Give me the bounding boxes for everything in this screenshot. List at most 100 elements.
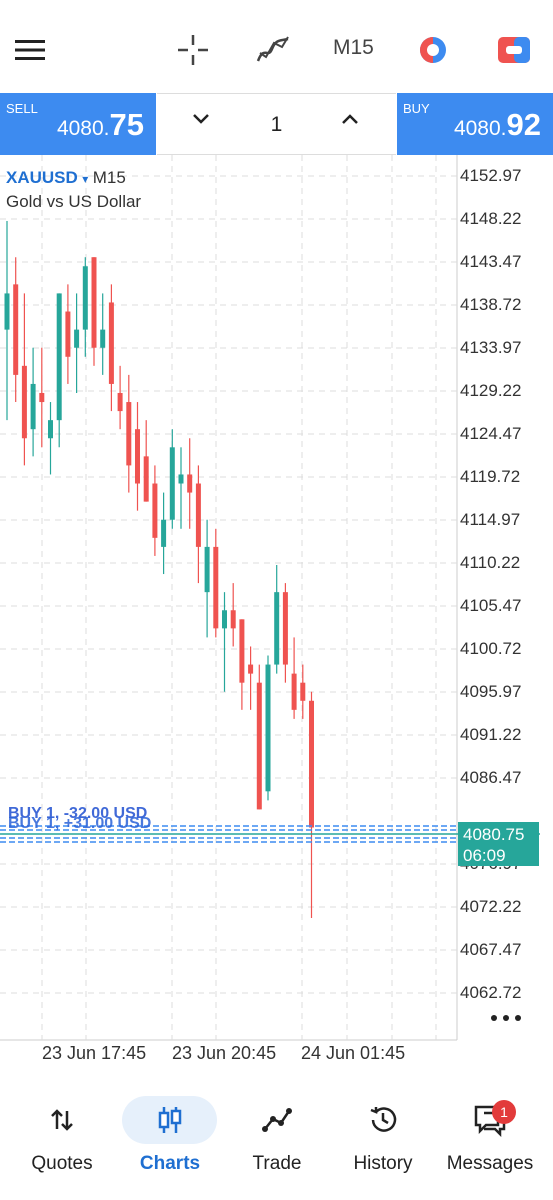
buy-button[interactable]: BUY 4080.92 (397, 93, 553, 155)
candle-body (187, 474, 193, 493)
price-tick-label: 4143.47 (460, 252, 522, 271)
indicators-icon[interactable] (249, 26, 297, 74)
candle (213, 528, 219, 638)
candle (195, 465, 201, 584)
nav-label: History (353, 1153, 413, 1174)
candle (178, 447, 184, 529)
crosshair-icon[interactable] (169, 26, 217, 74)
candle-body (169, 447, 175, 520)
candle-body (152, 483, 158, 538)
candle (143, 420, 149, 502)
candle (108, 284, 114, 412)
candle-body (82, 266, 88, 330)
nav-charts[interactable]: Charts (115, 1085, 225, 1185)
price-tick-label: 4114.97 (460, 510, 521, 529)
nav-label: Quotes (31, 1153, 93, 1174)
candle (74, 293, 80, 393)
candle-body (195, 483, 201, 547)
volume-increase-icon[interactable] (341, 112, 359, 131)
nav-messages[interactable]: Messages (435, 1085, 545, 1185)
one-click-trading-icon[interactable] (490, 26, 538, 74)
price-tick-label: 4124.47 (460, 424, 522, 443)
candle-body (291, 673, 297, 710)
candle (291, 637, 297, 719)
sell-button[interactable]: SELL 4080.75 (0, 93, 156, 155)
candle (152, 465, 158, 556)
candle (256, 664, 262, 810)
chart-timeframe: M15 (92, 168, 126, 187)
price-tick-label: 4129.22 (460, 381, 522, 400)
price-tick-label: 4072.22 (460, 897, 522, 916)
candle (13, 257, 19, 403)
candle (135, 402, 140, 511)
price-tick-label: 4152.97 (460, 166, 522, 185)
nav-quotes[interactable]: Quotes (7, 1085, 117, 1185)
candle-body (4, 293, 10, 330)
candle-body (222, 610, 227, 629)
candle-body (274, 592, 280, 665)
price-tick-label: 4138.72 (460, 295, 522, 314)
price-tick-label: 4086.47 (460, 768, 522, 787)
candle-body (126, 402, 132, 466)
candle-body (300, 682, 306, 701)
symbol-dropdown-icon[interactable]: ▾ (82, 172, 88, 186)
candle-body (230, 610, 236, 629)
candle (161, 492, 167, 575)
candle (30, 347, 36, 457)
candle (117, 365, 123, 430)
candle (309, 691, 314, 919)
price-tick-label: 4100.72 (460, 639, 522, 658)
candle-body (56, 293, 62, 421)
bottom-navigation: Quotes Charts Trade History Messages (0, 1085, 553, 1200)
candle-body (100, 329, 106, 348)
candle (169, 429, 175, 529)
objects-icon[interactable] (409, 26, 457, 74)
candle (39, 347, 45, 448)
messages-icon (435, 1100, 545, 1140)
candle-body (143, 456, 149, 502)
more-dots-icon[interactable] (490, 1010, 522, 1028)
price-tick-label: 4148.22 (460, 209, 522, 228)
candle (21, 293, 27, 466)
time-tick-label: 24 Jun 01:45 (301, 1043, 406, 1063)
candle-body (135, 429, 140, 484)
candle-body (91, 257, 97, 348)
candle (248, 646, 254, 710)
candle (100, 293, 106, 375)
candle-body (30, 383, 36, 430)
candle (91, 257, 97, 366)
history-icon (328, 1100, 438, 1140)
candle-body (117, 392, 123, 412)
price-tick-label: 4062.72 (460, 983, 522, 1002)
candle (48, 402, 53, 475)
candle-body (39, 392, 45, 403)
volume-value[interactable]: 1 (157, 113, 396, 137)
position-label[interactable]: BUY 1, +31.00 USD (8, 815, 151, 833)
nav-label: Trade (252, 1153, 302, 1174)
bar-countdown: 06:09 (463, 846, 506, 865)
trade-bar: SELL 4080.75 1 BUY 4080.92 (0, 93, 553, 155)
candle (56, 293, 62, 448)
nav-history[interactable]: History (328, 1085, 438, 1185)
hamburger-menu-icon[interactable] (6, 26, 54, 74)
buy-label: BUY (403, 101, 430, 116)
messages-badge: 1 (492, 1100, 516, 1124)
candle-body (265, 664, 271, 792)
candle-body (213, 546, 219, 629)
candle (65, 284, 71, 384)
nav-trade[interactable]: Trade (222, 1085, 332, 1185)
candle-body (309, 700, 314, 828)
timeframe-button[interactable]: M15 (333, 36, 374, 60)
candle (274, 564, 280, 674)
price-tick-label: 4095.97 (460, 682, 522, 701)
price-tick-label: 4091.22 (460, 725, 522, 744)
trade-icon (222, 1100, 332, 1140)
candle (187, 438, 193, 529)
symbol-description: Gold vs US Dollar (6, 192, 142, 211)
symbol-name[interactable]: XAUUSD (6, 168, 78, 187)
candle (265, 655, 271, 801)
candle-body (21, 365, 27, 439)
candle-body (239, 619, 245, 683)
candle-body (248, 664, 254, 674)
charts-icon (115, 1100, 225, 1140)
